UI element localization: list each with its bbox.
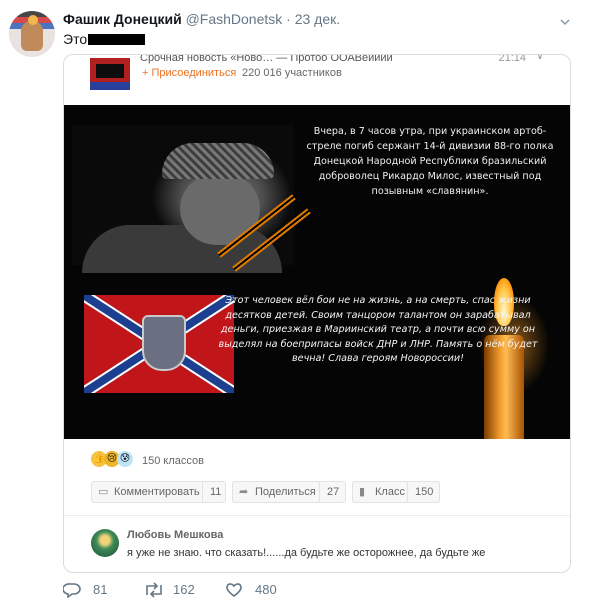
post-image: Вчера, в 7 часов утра, при украинском ар…	[64, 105, 570, 439]
group-logo	[90, 58, 130, 90]
comment-button-label: Комментировать	[114, 486, 200, 498]
retweet-count: 162	[173, 582, 195, 597]
header-separator: ·	[286, 11, 291, 27]
share-count: 27	[319, 482, 339, 502]
share-button: ➦ Поделиться 27	[232, 481, 346, 503]
author-avatar[interactable]	[9, 11, 55, 57]
comment-count: 11	[202, 482, 221, 502]
image-caption-top: Вчера, в 7 часов утра, при украинском ар…	[306, 126, 554, 197]
flag-emblem	[142, 315, 186, 371]
reactions-count: 150 классов	[142, 455, 204, 467]
reply-icon	[63, 583, 81, 598]
post-time: 21:14	[498, 54, 526, 64]
tweet-actions: 81 162 480	[63, 581, 583, 599]
tweet-header: Фашик Донецкий @FashDonetsk · 23 дек.	[63, 11, 340, 27]
tweet-text: Это	[63, 31, 146, 47]
class-button-label: Класс	[375, 486, 405, 498]
image-caption-bottom: Этот человек вёл бои не на жизнь, а на с…	[218, 295, 538, 364]
tweet-date[interactable]: 23 дек.	[295, 11, 340, 27]
tweet-text-content: Это	[63, 31, 88, 47]
comment-author: Любовь Мешкова	[127, 529, 224, 541]
share-button-label: Поделиться	[255, 486, 316, 498]
tweet[interactable]: Фашик Донецкий @FashDonetsk · 23 дек. Эт…	[0, 0, 593, 605]
comment-text: я уже не знаю. что сказать!......да будь…	[127, 547, 486, 559]
redaction-bar	[88, 34, 146, 45]
members-count: 220 016 участников	[242, 67, 342, 79]
attached-screenshot-card[interactable]: Срочная новость «Ново… — Протоо ООАВеиии…	[63, 54, 571, 573]
portrait-bandana	[162, 143, 274, 179]
more-options-icon: ∨	[535, 54, 544, 62]
speech-bubble-icon: ▭	[98, 486, 109, 498]
avatar-figure	[21, 21, 43, 51]
join-group-link: + Присоединиться	[142, 67, 237, 79]
novorossiya-flag	[84, 295, 234, 393]
author-name[interactable]: Фашик Донецкий	[63, 11, 182, 27]
like-count: 480	[255, 582, 277, 597]
reply-count: 81	[93, 582, 108, 597]
divider	[64, 515, 570, 516]
avatar-figure-head	[28, 15, 38, 25]
crying-face-emoji-icon: 😰	[117, 451, 133, 467]
thumbs-up-icon: ▮	[359, 486, 366, 498]
class-count: 150	[407, 482, 433, 502]
chevron-down-icon[interactable]	[559, 16, 571, 28]
commenter-avatar	[91, 529, 119, 557]
class-button: ▮ Класс 150	[352, 481, 440, 503]
heart-icon	[226, 583, 242, 597]
retweet-icon	[146, 582, 162, 598]
share-arrow-icon: ➦	[239, 486, 249, 498]
author-handle[interactable]: @FashDonetsk	[186, 11, 283, 27]
group-title: Срочная новость «Ново… — Протоо ООАВеиии…	[140, 54, 393, 64]
comment-button: ▭ Комментировать 11	[91, 481, 226, 503]
